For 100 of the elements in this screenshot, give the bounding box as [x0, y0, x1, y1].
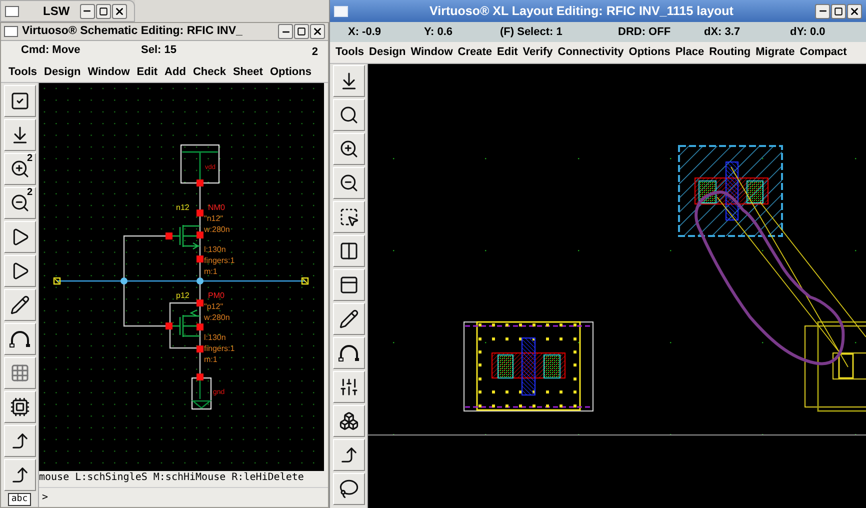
tool-button[interactable]	[332, 201, 364, 233]
layout-canvas[interactable]	[368, 64, 866, 508]
menu-item[interactable]: Compact	[797, 44, 850, 61]
status-field: DRD: OFF	[618, 24, 704, 40]
step-icon	[10, 465, 30, 485]
arc-icon	[8, 330, 30, 348]
step-icon	[10, 431, 30, 451]
command-input[interactable]: >	[39, 487, 328, 507]
panel-icon	[338, 275, 358, 295]
tool-button[interactable]: 2	[4, 187, 36, 219]
step-icon	[338, 445, 358, 465]
cell-label: p12	[176, 291, 190, 300]
menu-item[interactable]: Sheet	[229, 64, 266, 80]
parameter-label: "n12"	[204, 214, 224, 223]
zoom-out-icon	[338, 173, 358, 193]
tool-button[interactable]	[4, 85, 36, 117]
parameter-label: fingers:1	[204, 256, 235, 265]
connection-point	[196, 300, 204, 306]
parameter-label: w:280n	[204, 225, 230, 234]
tool-button[interactable]	[4, 459, 36, 491]
tool-button[interactable]	[332, 269, 364, 301]
menu-item[interactable]: Tools	[5, 64, 41, 80]
tool-button[interactable]	[332, 167, 364, 199]
tool-button[interactable]	[332, 405, 364, 437]
tool-button[interactable]	[4, 391, 36, 423]
connection-point	[196, 346, 204, 352]
footer-label: abc	[8, 493, 31, 506]
arc-icon	[338, 344, 360, 362]
menu-item[interactable]: Routing	[706, 44, 754, 61]
vdd-symbol	[180, 144, 220, 184]
tool-button[interactable]	[4, 289, 36, 321]
menu-item[interactable]: Tools	[333, 44, 367, 61]
close-icon	[849, 6, 860, 16]
menu-item[interactable]: Connectivity	[555, 44, 626, 61]
parameter-label: m:1	[204, 267, 218, 276]
maximize-icon	[297, 27, 306, 36]
close-button[interactable]	[310, 24, 325, 39]
maximize-button[interactable]	[294, 24, 309, 39]
tool-button[interactable]	[332, 235, 364, 267]
tool-button[interactable]	[332, 371, 364, 403]
tool-button[interactable]	[332, 303, 364, 335]
instance-label: NM0	[208, 203, 225, 212]
cell-label: n12	[176, 203, 190, 212]
tool-button[interactable]	[4, 255, 36, 287]
connection-point	[166, 322, 172, 330]
menu-item[interactable]: Edit	[133, 64, 162, 80]
menu-item[interactable]: Place	[672, 44, 707, 61]
tool-button[interactable]	[332, 133, 364, 165]
window-title: LSW	[43, 3, 70, 20]
close-icon	[114, 6, 125, 16]
menu-item[interactable]: Options	[626, 44, 673, 61]
tool-button[interactable]	[4, 323, 36, 355]
boxes-icon	[338, 411, 358, 431]
tool-button[interactable]	[332, 337, 364, 369]
menu-item[interactable]: Window	[84, 64, 134, 80]
maximize-icon	[834, 6, 843, 16]
menu-item[interactable]: Migrate	[753, 44, 798, 61]
minimize-button[interactable]	[278, 24, 293, 39]
window-menu-icon[interactable]	[5, 6, 19, 16]
tool-button[interactable]	[4, 221, 36, 253]
parameter-label: m:1	[204, 355, 218, 364]
tool-button[interactable]	[332, 65, 364, 97]
connection-point	[196, 180, 204, 186]
pin-marker	[53, 277, 61, 285]
tool-button[interactable]	[4, 119, 36, 151]
lasso-icon	[338, 479, 358, 499]
tool-button[interactable]	[332, 439, 364, 471]
menu-item[interactable]: Add	[161, 64, 190, 80]
status-message: mouse L:schSingleS M:schHiMouse R:leHiDelete	[39, 471, 305, 486]
close-button[interactable]	[847, 4, 862, 18]
tool-button[interactable]	[332, 99, 364, 131]
menu-item[interactable]: Check	[189, 64, 230, 80]
tool-button[interactable]: 2	[4, 153, 36, 185]
tool-button[interactable]	[4, 425, 36, 457]
tool-button[interactable]	[332, 473, 364, 505]
parameter-label: w:280n	[204, 313, 230, 322]
close-button[interactable]	[112, 4, 127, 18]
window-menu-icon[interactable]	[4, 26, 18, 37]
menu-item[interactable]: Edit	[494, 44, 520, 61]
menu-item[interactable]: Window	[408, 44, 456, 61]
menu-item[interactable]: Options	[266, 64, 315, 80]
connection-point	[196, 324, 204, 330]
menu-item[interactable]: Verify	[520, 44, 556, 61]
menu-item[interactable]: Create	[455, 44, 495, 61]
ground-symbol	[192, 377, 212, 410]
status-field: Y: 0.6	[424, 24, 500, 40]
menu-item[interactable]: Design	[40, 64, 84, 80]
search-icon	[338, 105, 358, 125]
maximize-icon	[98, 6, 108, 16]
sliders-icon	[338, 377, 358, 397]
status-field: (F) Select: 1	[500, 24, 618, 40]
maximize-button[interactable]	[831, 4, 846, 18]
minimize-button[interactable]	[815, 4, 830, 18]
menu-item[interactable]: Design	[366, 44, 408, 61]
zoom-in-icon	[338, 139, 358, 159]
minimize-button[interactable]	[80, 4, 95, 18]
status-field: dY: 0.0	[790, 24, 850, 40]
instance-label: PM0	[208, 291, 224, 300]
maximize-button[interactable]	[96, 4, 111, 18]
connection-point	[166, 232, 172, 240]
